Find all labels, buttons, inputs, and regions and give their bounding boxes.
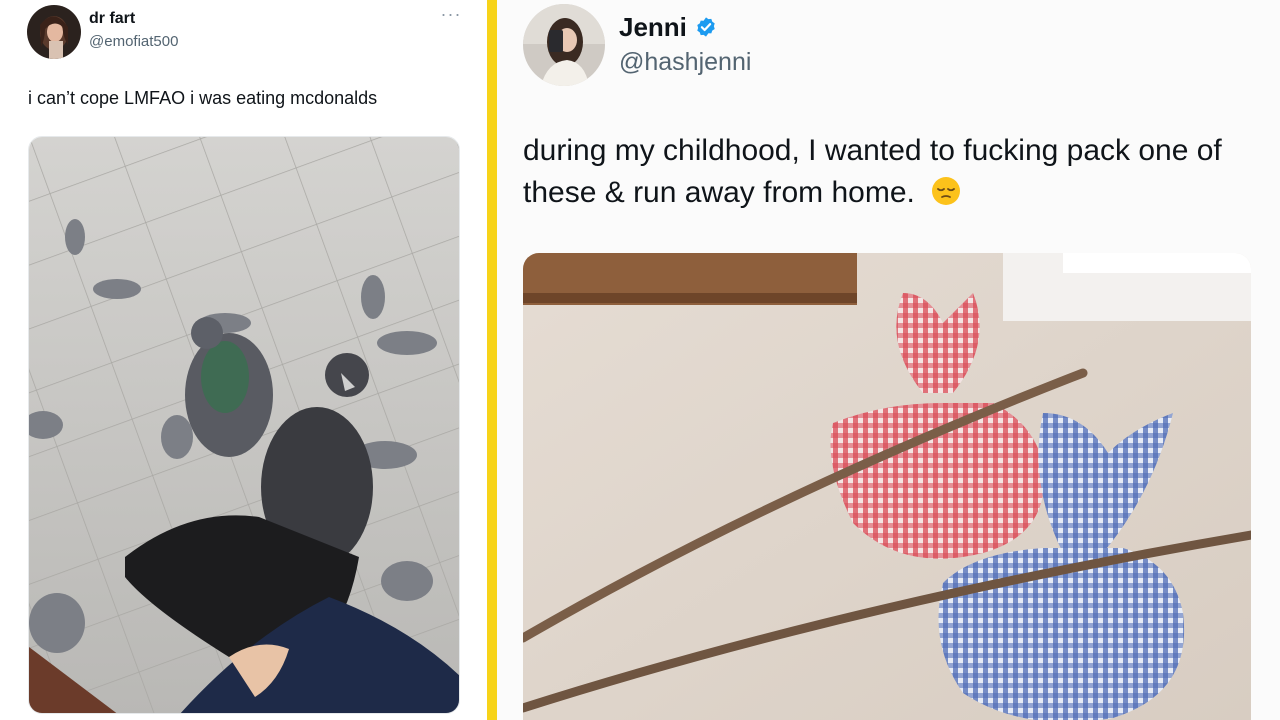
verified-badge-icon (697, 17, 715, 37)
avatar[interactable] (27, 5, 81, 59)
meme-composite: dr fart @emofiat500 ··· i can’t cope LMF… (0, 0, 1280, 720)
right-tweet-card: Jenni @hashjenni during my childhood, I … (497, 0, 1280, 720)
left-tweet-card: dr fart @emofiat500 ··· i can’t cope LMF… (0, 0, 484, 720)
tweet-photo-bindles[interactable] (523, 253, 1251, 720)
tweet-photo-pigeons[interactable] (28, 136, 460, 714)
name-row: Jenni (619, 12, 717, 42)
more-options-icon[interactable]: ··· (438, 4, 464, 24)
tweet-text: i can’t cope LMFAO i was eating mcdonald… (28, 88, 378, 108)
user-handle[interactable]: @emofiat500 (89, 33, 178, 50)
tweet-text-block: during my childhood, I wanted to fucking… (523, 130, 1263, 214)
tweet-text: during my childhood, I wanted to fucking… (523, 134, 1222, 209)
pensive-face-emoji-icon (932, 177, 961, 205)
display-name[interactable]: Jenni (619, 12, 687, 43)
display-name[interactable]: dr fart (89, 10, 135, 28)
user-handle[interactable]: @hashjenni (619, 48, 751, 77)
avatar[interactable] (523, 4, 605, 86)
panel-divider (487, 0, 497, 720)
